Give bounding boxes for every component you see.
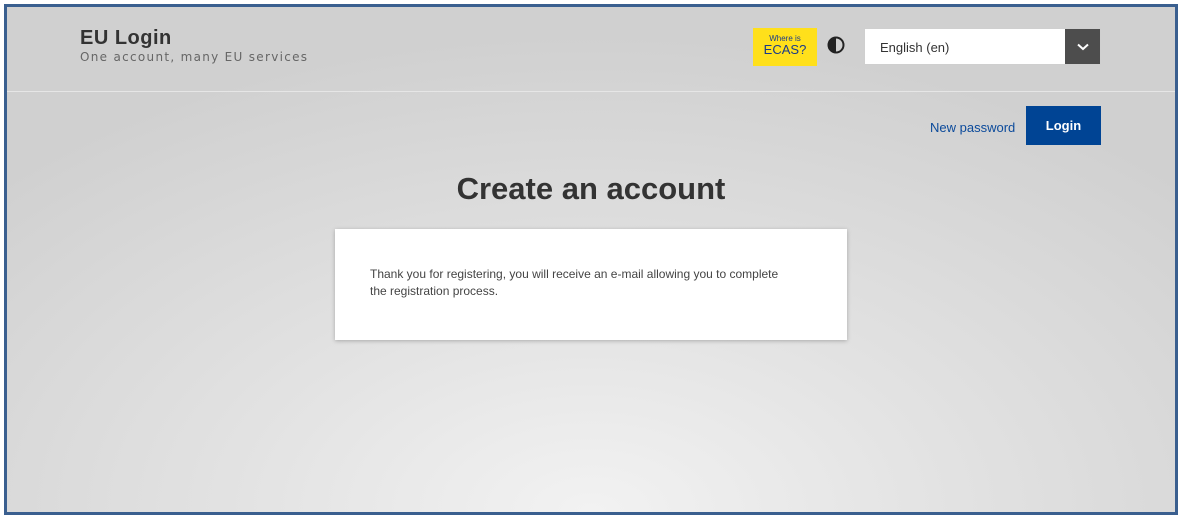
brand: EU Login One account, many EU services (80, 27, 308, 65)
site-title: EU Login (80, 27, 172, 49)
site-subtitle: One account, many EU services (80, 50, 309, 64)
new-password-link[interactable]: New password (930, 120, 1015, 135)
contrast-icon[interactable] (827, 36, 845, 54)
confirmation-card: Thank you for registering, you will rece… (335, 229, 847, 340)
login-button[interactable]: Login (1026, 106, 1101, 145)
language-select-value: English (en) (880, 40, 950, 55)
where-is-ecas-button[interactable]: Where is ECAS? (753, 28, 817, 66)
chevron-down-icon[interactable] (1065, 29, 1100, 64)
browser-frame: EU Login One account, many EU services W… (4, 4, 1178, 515)
language-select[interactable]: English (en) (864, 28, 1101, 65)
ecas-badge-line2: ECAS? (763, 42, 807, 57)
site-header: EU Login One account, many EU services W… (7, 7, 1175, 92)
page-title: Create an account (456, 171, 726, 206)
confirmation-message: Thank you for registering, you will rece… (370, 267, 779, 298)
